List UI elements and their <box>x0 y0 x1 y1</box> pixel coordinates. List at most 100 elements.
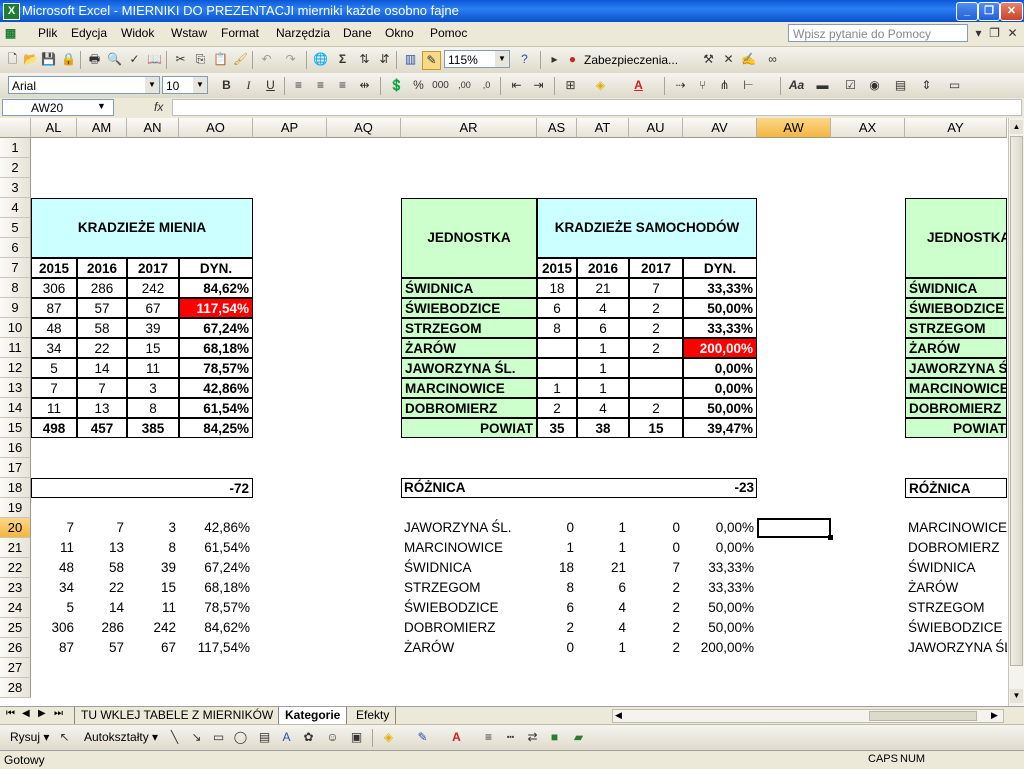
redo-icon[interactable]: ↷ <box>282 51 299 68</box>
sorted2-cell[interactable]: 2 <box>629 618 683 638</box>
table3-total-label[interactable]: POWIAT <box>905 418 1007 438</box>
checkbox-icon[interactable]: ☑ <box>842 77 859 94</box>
sorted1-cell[interactable]: 78,57% <box>179 598 253 618</box>
group-icon[interactable]: ⊢ <box>740 77 757 94</box>
table2-diff-label[interactable]: RÓŻNICA <box>401 478 537 498</box>
column-header-ax[interactable]: AX <box>831 118 905 138</box>
arrow-icon[interactable]: ↘ <box>188 729 205 746</box>
increase-decimal-icon[interactable]: ,00 <box>456 77 473 94</box>
row-header-26[interactable]: 26 <box>0 638 31 658</box>
sorted2-cell[interactable]: 50,00% <box>683 598 757 618</box>
italic-icon[interactable]: I <box>240 77 257 94</box>
sorted2-cell[interactable]: 0,00% <box>683 538 757 558</box>
arrow-right-icon[interactable]: ⇢ <box>672 77 689 94</box>
column-header-al[interactable]: AL <box>31 118 77 138</box>
table2-cell[interactable]: 0,00% <box>683 378 757 398</box>
column-header-ap[interactable]: AP <box>253 118 327 138</box>
sorted1-cell[interactable]: 11 <box>31 538 77 558</box>
row-header-17[interactable]: 17 <box>0 458 31 478</box>
table2-cell[interactable]: 2 <box>629 318 683 338</box>
sorted1-cell[interactable]: 117,54% <box>179 638 253 658</box>
scroll-up-icon[interactable]: ▲ <box>1010 120 1023 134</box>
sorted2-cell[interactable]: 1 <box>577 538 629 558</box>
thousands-icon[interactable]: 000 <box>432 77 449 94</box>
table2-cell[interactable]: 1 <box>577 378 629 398</box>
sorted2-cell[interactable]: JAWORZYNA ŚL. <box>401 518 537 538</box>
table3-unit-name[interactable]: ŚWIEBODZICE <box>905 298 1007 318</box>
font-select[interactable]: Arial ▼ <box>8 76 160 94</box>
sorted2-cell[interactable]: 33,33% <box>683 558 757 578</box>
sorted2-cell[interactable]: 200,00% <box>683 638 757 658</box>
table1-cell[interactable]: 57 <box>77 298 127 318</box>
table2-cell[interactable] <box>629 358 683 378</box>
decrease-indent-icon[interactable]: ⇤ <box>508 77 525 94</box>
row-header-22[interactable]: 22 <box>0 558 31 578</box>
table1-title[interactable]: KRADZIEŻE MIENIA <box>31 218 253 238</box>
row-header-21[interactable]: 21 <box>0 538 31 558</box>
table1-cell[interactable]: 58 <box>77 318 127 338</box>
align-center-icon[interactable]: ≡ <box>312 77 329 94</box>
font-size-select[interactable]: 10 ▼ <box>162 76 208 94</box>
draw-menu-button[interactable]: Rysuj ▾ <box>10 730 49 744</box>
print-preview-icon[interactable]: 🔍 <box>106 51 123 68</box>
restore-workbook-icon[interactable]: ❐ <box>986 25 1003 42</box>
menu-okno[interactable]: Okno <box>385 26 414 40</box>
table2-cell[interactable]: 50,00% <box>683 298 757 318</box>
sorted1-cell[interactable]: 87 <box>31 638 77 658</box>
table3-unit-name[interactable]: DOBROMIERZ <box>905 398 1007 418</box>
fill-handle[interactable] <box>828 535 833 540</box>
table2-cell[interactable]: 2 <box>537 398 577 418</box>
excel-app-icon[interactable]: X <box>3 3 20 20</box>
new-icon[interactable]: 🗋 <box>4 51 21 68</box>
table1-cell[interactable]: 48 <box>31 318 77 338</box>
minimize-icon[interactable]: _ <box>956 2 978 21</box>
sorted2-cell[interactable]: 0 <box>537 518 577 538</box>
active-cell[interactable] <box>757 518 831 538</box>
table1-cell[interactable]: 13 <box>77 398 127 418</box>
sorted2-cell[interactable]: ŚWIEBODZICE <box>401 598 537 618</box>
table1-cell[interactable]: 11 <box>31 398 77 418</box>
table1-cell[interactable]: 61,54% <box>179 398 253 418</box>
table2-cell[interactable]: 8 <box>537 318 577 338</box>
menu-narzedzia[interactable]: Narzędzia <box>276 26 330 40</box>
table1-year-header[interactable]: 2015 <box>31 258 77 278</box>
table1-cell[interactable]: 39 <box>127 318 179 338</box>
column-header-as[interactable]: AS <box>537 118 577 138</box>
table1-cell[interactable]: 5 <box>31 358 77 378</box>
hyperlink-icon[interactable]: 🌐 <box>312 51 329 68</box>
save-icon[interactable]: 💾 <box>40 51 57 68</box>
row-header-18[interactable]: 18 <box>0 478 31 498</box>
table1-cell[interactable]: 8 <box>127 398 179 418</box>
sorted2-cell[interactable]: 50,00% <box>683 618 757 638</box>
menu-widok[interactable]: Widok <box>121 26 154 40</box>
sorted1-cell[interactable]: 22 <box>77 578 127 598</box>
clipart-icon[interactable]: ☺ <box>324 729 341 746</box>
design-mode-icon[interactable]: ✍ <box>740 51 757 68</box>
table1-cell[interactable]: 67 <box>127 298 179 318</box>
properties-icon[interactable]: ▭ <box>946 77 963 94</box>
row-header-24[interactable]: 24 <box>0 598 31 618</box>
sorted3-cell[interactable]: ŚWIDNICA <box>905 558 1007 578</box>
table1-cell[interactable]: 14 <box>77 358 127 378</box>
sorted3-cell[interactable]: ŚWIEBODZICE <box>905 618 1007 638</box>
row-header-20[interactable]: 20 <box>0 518 31 538</box>
sorted1-cell[interactable]: 13 <box>77 538 127 558</box>
tab-tu-wklej[interactable]: TU WKLEJ TABELE Z MIERNIKÓW <box>74 707 280 724</box>
table2-year-header[interactable]: 2017 <box>629 258 683 278</box>
column-header-ar[interactable]: AR <box>401 118 537 138</box>
table1-year-header[interactable]: DYN. <box>179 258 253 278</box>
spinner-icon[interactable]: ⇕ <box>918 77 935 94</box>
row-header-3[interactable]: 3 <box>0 178 31 198</box>
currency-icon[interactable]: 💲 <box>388 77 405 94</box>
sorted1-cell[interactable]: 42,86% <box>179 518 253 538</box>
row-header-1[interactable]: 1 <box>0 138 31 158</box>
table3-unit-name[interactable]: STRZEGOM <box>905 318 1007 338</box>
first-sheet-icon[interactable]: ⏮ <box>6 708 15 719</box>
row-header-16[interactable]: 16 <box>0 438 31 458</box>
table1-total-cell[interactable]: 84,25% <box>179 418 253 438</box>
distribute-icon[interactable]: ⋔ <box>716 77 733 94</box>
sorted2-cell[interactable]: 33,33% <box>683 578 757 598</box>
sorted1-cell[interactable]: 7 <box>77 518 127 538</box>
security-button[interactable]: Zabezpieczenia... <box>584 53 678 67</box>
table2-unit-header[interactable]: JEDNOSTKA <box>401 228 537 248</box>
